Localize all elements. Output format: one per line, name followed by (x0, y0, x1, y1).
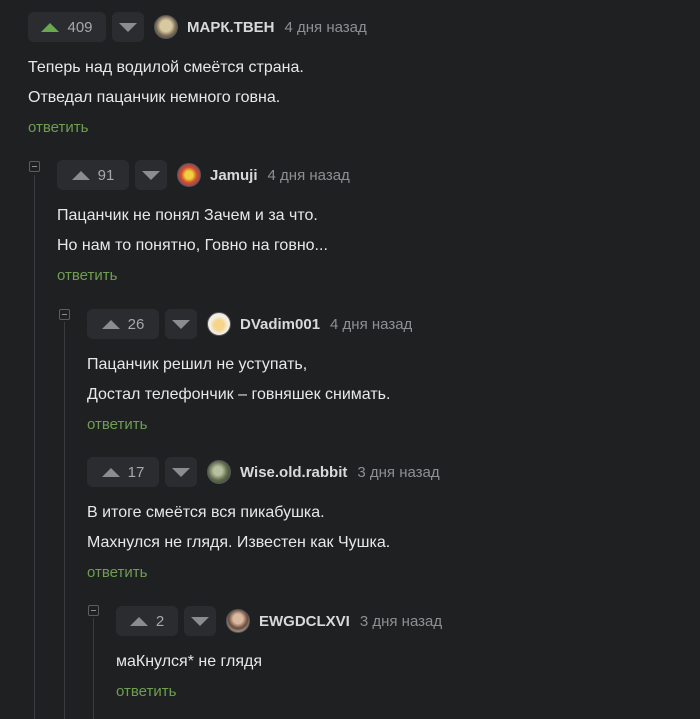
upvote-button[interactable]: 26 (87, 309, 159, 339)
arrow-down-icon (142, 170, 160, 180)
upvote-button[interactable]: 17 (87, 457, 159, 487)
upvote-button[interactable]: 91 (57, 160, 129, 190)
vote-count: 2 (155, 612, 165, 630)
author-name[interactable]: DVadim001 (240, 316, 320, 333)
timestamp[interactable]: 4 дня назад (330, 316, 412, 333)
downvote-button[interactable] (165, 309, 197, 339)
comment-text-line: Достал телефончик – говняшек снимать. (87, 386, 391, 403)
comment: 26 DVadim001 4 дня назад Пацанчик решил … (87, 308, 412, 433)
comment: 17 Wise.old.rabbit 3 дня назад В итоге с… (87, 456, 440, 581)
comment-header: 26 DVadim001 4 дня назад (87, 308, 412, 340)
comment-header: 2 EWGDCLXVI 3 дня назад (116, 605, 442, 637)
comment-text-line: Пацанчик не понял Зачем и за что. (57, 207, 318, 224)
timestamp[interactable]: 4 дня назад (268, 167, 350, 184)
upvote-button[interactable]: 409 (28, 12, 106, 42)
vote-count: 26 (127, 315, 145, 333)
author-name[interactable]: Jamuji (210, 167, 258, 184)
arrow-down-icon (191, 616, 209, 626)
comment: 2 EWGDCLXVI 3 дня назад маКнулся* не гля… (116, 605, 442, 700)
comment-text-line: Теперь над водилой смеётся страна. (28, 59, 304, 76)
arrow-up-icon (41, 22, 60, 32)
comment-text-line: В итоге смеётся вся пикабушка. (87, 504, 325, 521)
reply-link[interactable]: ответить (87, 564, 440, 581)
downvote-button[interactable] (135, 160, 167, 190)
reply-link[interactable]: ответить (116, 683, 442, 700)
author-name[interactable]: МАРК.ТВЕН (187, 19, 275, 36)
comment-header: 409 МАРК.ТВЕН 4 дня назад (28, 11, 367, 43)
comment: 91 Jamuji 4 дня назад Пацанчик не понял … (57, 159, 350, 284)
comment-text-line: Но нам то понятно, Говно на говно... (57, 237, 328, 254)
comment-text-line: Пацанчик решил не уступать, (87, 356, 308, 373)
author-name[interactable]: EWGDCLXVI (259, 613, 350, 630)
timestamp[interactable]: 4 дня назад (285, 19, 367, 36)
reply-link[interactable]: ответить (28, 119, 367, 136)
reply-link[interactable]: ответить (87, 416, 412, 433)
comment-text-line: Махнулся не глядя. Известен как Чушка. (87, 534, 391, 551)
vote-count: 409 (67, 18, 93, 36)
upvote-button[interactable]: 2 (116, 606, 178, 636)
reply-link[interactable]: ответить (57, 267, 350, 284)
downvote-button[interactable] (165, 457, 197, 487)
thread-line (34, 175, 35, 719)
comment-header: 91 Jamuji 4 дня назад (57, 159, 350, 191)
comment: 409 МАРК.ТВЕН 4 дня назад Теперь над вод… (28, 11, 367, 136)
thread-line (93, 618, 94, 719)
avatar[interactable] (226, 609, 250, 633)
downvote-button[interactable] (112, 12, 144, 42)
arrow-up-icon (71, 170, 90, 180)
vote-count: 17 (127, 463, 145, 481)
avatar[interactable] (177, 163, 201, 187)
arrow-down-icon (172, 467, 190, 477)
avatar[interactable] (207, 460, 231, 484)
downvote-button[interactable] (184, 606, 216, 636)
arrow-down-icon (172, 319, 190, 329)
author-name[interactable]: Wise.old.rabbit (240, 464, 347, 481)
vote-count: 91 (97, 166, 115, 184)
collapse-toggle[interactable] (88, 605, 99, 616)
arrow-up-icon (101, 467, 120, 477)
collapse-toggle[interactable] (59, 309, 70, 320)
timestamp[interactable]: 3 дня назад (357, 464, 439, 481)
comment-text-line: маКнулся* не глядя (116, 653, 263, 670)
collapse-toggle[interactable] (29, 161, 40, 172)
avatar[interactable] (154, 15, 178, 39)
comment-text-line: Отведал пацанчик немного говна. (28, 89, 281, 106)
arrow-up-icon (101, 319, 120, 329)
comment-header: 17 Wise.old.rabbit 3 дня назад (87, 456, 440, 488)
thread-line (64, 322, 65, 719)
avatar[interactable] (207, 312, 231, 336)
timestamp[interactable]: 3 дня назад (360, 613, 442, 630)
arrow-up-icon (129, 616, 148, 626)
arrow-down-icon (119, 22, 137, 32)
